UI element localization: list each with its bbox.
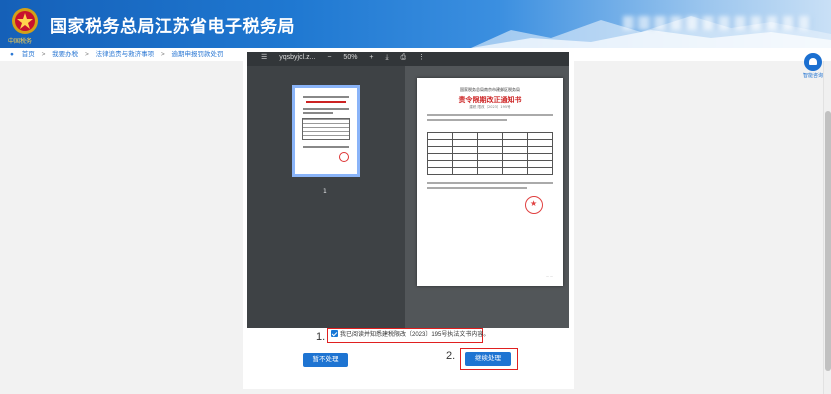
pdf-viewer[interactable]: ☰ yqsbyjcl.z... − 50% + ⤓ ⎙ ⋮ 1 国家税务总局南京… bbox=[247, 52, 569, 328]
menu-icon[interactable]: ☰ bbox=[261, 54, 267, 61]
doc-text-line bbox=[427, 187, 527, 189]
official-seal-icon bbox=[525, 196, 543, 214]
breadcrumb-separator: > bbox=[84, 51, 89, 58]
chat-bubble-icon bbox=[804, 53, 822, 71]
breadcrumb-separator: > bbox=[41, 51, 46, 58]
blurred-user-info bbox=[623, 16, 813, 30]
breadcrumb-current-page: 逾期申报罚款处罚 bbox=[171, 51, 224, 58]
thumb-title-line bbox=[306, 101, 346, 103]
doc-text-line bbox=[427, 114, 553, 116]
step-1-marker: 1. bbox=[316, 331, 326, 343]
doc-text-line bbox=[427, 182, 553, 184]
tax-emblem-icon bbox=[12, 8, 38, 34]
site-title: 国家税务总局江苏省电子税务局 bbox=[50, 17, 295, 36]
site-header: 中国税务 国家税务总局江苏省电子税务局 bbox=[0, 0, 831, 48]
scrollbar-thumb[interactable] bbox=[825, 111, 831, 371]
more-options-icon[interactable]: ⋮ bbox=[418, 54, 425, 61]
page-scrollbar[interactable] bbox=[823, 61, 831, 394]
thumb-line bbox=[303, 108, 349, 110]
zoom-in-icon[interactable]: + bbox=[369, 54, 373, 61]
doc-footer: — — bbox=[546, 274, 553, 278]
pdf-file-name: yqsbyjcl.z... bbox=[279, 54, 316, 61]
smart-consult-widget[interactable]: 智能咨询 bbox=[803, 53, 823, 79]
skip-button[interactable]: 暂不处理 bbox=[303, 353, 348, 367]
thumb-line bbox=[303, 112, 333, 114]
pdf-toolbar: ☰ yqsbyjcl.z... − 50% + ⤓ ⎙ ⋮ bbox=[247, 52, 569, 66]
doc-text-line bbox=[427, 119, 507, 121]
breadcrumb-tax-tasks[interactable]: 我要办税 bbox=[52, 51, 78, 58]
thumb-table bbox=[302, 118, 350, 140]
page-thumbnail[interactable] bbox=[292, 85, 360, 177]
doc-table bbox=[427, 132, 553, 175]
thumb-line bbox=[303, 146, 349, 148]
zoom-out-icon[interactable]: − bbox=[327, 54, 331, 61]
continue-button[interactable]: 继续处理 bbox=[465, 352, 511, 366]
smart-consult-label: 智能咨询 bbox=[803, 73, 824, 79]
doc-number: 建税 限改〔2023〕195号 bbox=[469, 105, 511, 109]
location-pin-icon: ● bbox=[10, 51, 14, 58]
thumb-line bbox=[303, 96, 349, 98]
step-2-marker: 2. bbox=[446, 350, 456, 362]
confirm-read-text: 我已阅读并知悉建税限改〔2023〕195号执法文书内容。 bbox=[340, 332, 490, 338]
confirm-read-checkbox[interactable]: 我已阅读并知悉建税限改〔2023〕195号执法文书内容。 bbox=[327, 328, 489, 343]
breadcrumb-home[interactable]: 首页 bbox=[22, 51, 35, 58]
thumbnail-sidebar: 1 bbox=[247, 66, 405, 328]
download-icon[interactable]: ⤓ bbox=[385, 54, 388, 61]
pdf-page: 国家税务总局南京市建邺区税务局 责令限期改正通知书 建税 限改〔2023〕195… bbox=[417, 78, 563, 286]
checkbox-checked-icon[interactable] bbox=[331, 330, 338, 337]
thumb-seal-icon bbox=[339, 152, 349, 162]
breadcrumb-legal-matters[interactable]: 法律追责与救济事项 bbox=[96, 51, 155, 58]
doc-org-name: 国家税务总局南京市建邺区税务局 bbox=[460, 87, 520, 92]
doc-title: 责令限期改正通知书 bbox=[458, 95, 522, 104]
zoom-level[interactable]: 50% bbox=[343, 54, 357, 61]
breadcrumb-separator: > bbox=[160, 51, 165, 58]
print-icon[interactable]: ⎙ bbox=[401, 54, 407, 61]
thumbnail-page-number: 1 bbox=[323, 188, 327, 195]
emblem-subtext: 中国税务 bbox=[8, 38, 33, 45]
